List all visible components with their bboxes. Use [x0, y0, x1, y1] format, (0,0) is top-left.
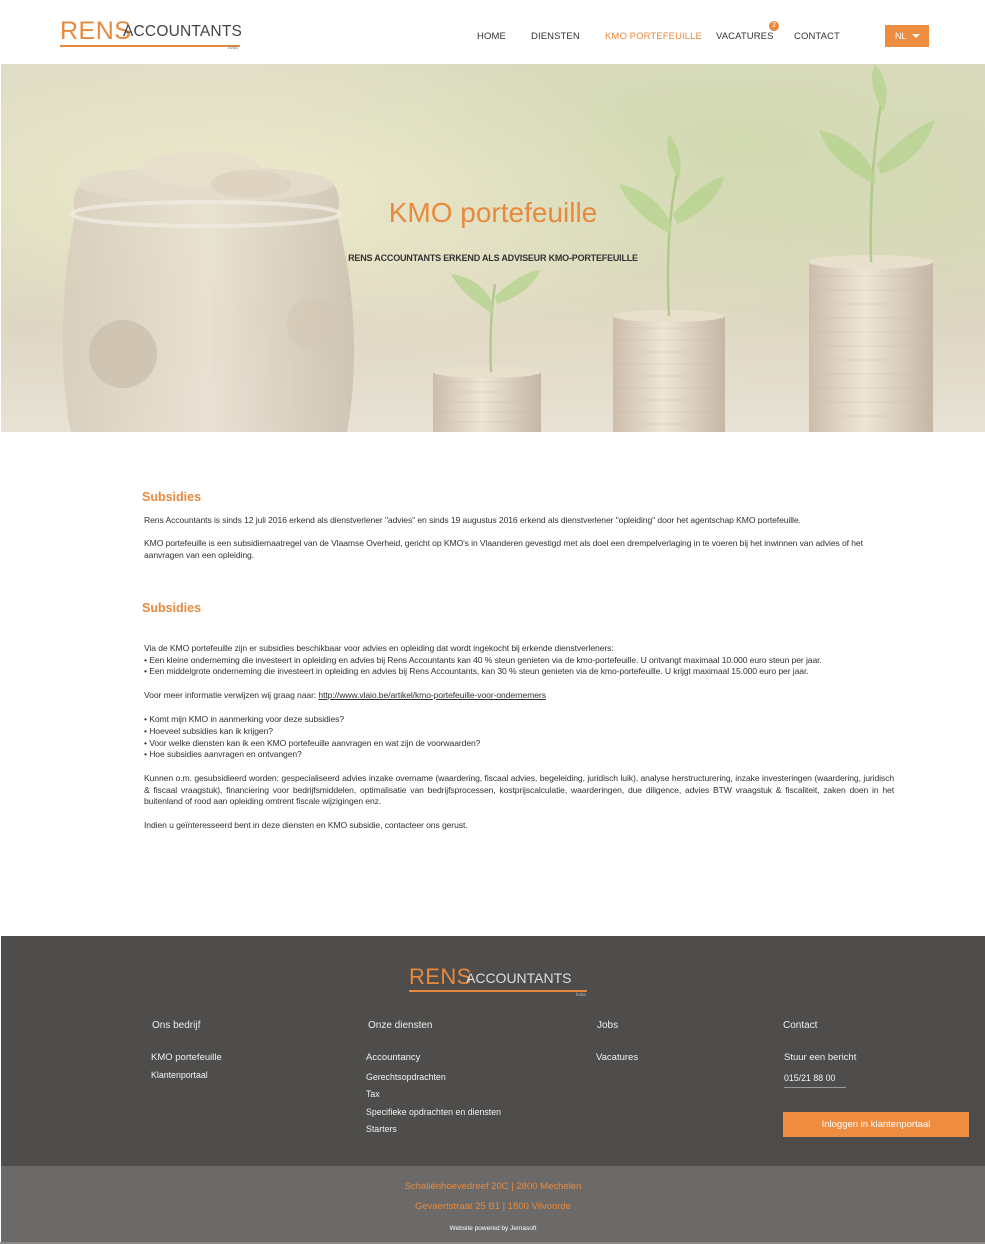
footer-logo-underline: [409, 990, 587, 992]
more-info: Voor meer informatie verwijzen wij graag…: [144, 690, 894, 702]
logo-accountants: ACCOUNTANTS: [123, 23, 243, 40]
footer-link-klantenportaal[interactable]: Klantenportaal: [151, 1069, 208, 1081]
language-selector[interactable]: NL: [885, 25, 929, 47]
hero-subtitle: RENS ACCOUNTANTS ERKEND ALS ADVISEUR KMO…: [348, 253, 638, 263]
powered-by[interactable]: Website powered by Jemasoft: [1, 1225, 985, 1233]
list-item: • Komt mijn KMO in aanmerking voor deze …: [144, 714, 345, 724]
address-mechelen: Schaliënhoevedreef 20C | 2800 Mechelen: [404, 1181, 582, 1192]
footer-logo[interactable]: RENS ACCOUNTANTS bvba: [409, 965, 589, 997]
footer-logo-suffix: bvba: [576, 992, 586, 997]
nav-home[interactable]: HOME: [477, 31, 506, 43]
footer-heading-contact: Contact: [783, 1020, 818, 1031]
list-item: • Hoeveel subsidies kan ik krijgen?: [144, 726, 273, 736]
logo-suffix: bvba: [228, 45, 238, 50]
closing-paragraph: Indien u geïnteresseerd bent in deze die…: [144, 820, 468, 830]
services-paragraph: Kunnen o.m. gesubsidieerd worden: gespec…: [144, 773, 894, 807]
site-footer: RENS ACCOUNTANTS bvba Ons bedrijf KMO po…: [1, 936, 985, 1166]
nav-contact[interactable]: CONTACT: [794, 31, 840, 43]
caret-down-icon: [912, 34, 920, 38]
section-title-subsidies: Subsidies: [142, 490, 202, 504]
footer-logo-accountants: ACCOUNTANTS: [466, 970, 572, 986]
footer-link-kmo-portefeuille[interactable]: KMO portefeuille: [151, 1052, 222, 1064]
more-info-label: Voor meer informatie verwijzen wij graag…: [144, 690, 319, 700]
footer-heading-company: Ons bedrijf: [152, 1020, 201, 1031]
intro-paragraph: Rens Accountants is sinds 12 juli 2016 e…: [144, 515, 801, 525]
site-header: RENS ACCOUNTANTS bvba HOME DIENSTEN KMO …: [0, 0, 985, 64]
subsidies-intro: Via de KMO portefeuille zijn er subsidie…: [144, 643, 614, 653]
footer-phone[interactable]: 015/21 88 00: [784, 1072, 846, 1088]
footer-logo-rens: RENS: [409, 964, 472, 989]
footer-link-gerechtsopdrachten[interactable]: Gerechtsopdrachten: [366, 1071, 446, 1083]
footer-link-send-message[interactable]: Stuur een bericht: [784, 1052, 856, 1064]
hero-banner: KMO portefeuille RENS ACCOUNTANTS ERKEND…: [1, 64, 985, 432]
client-portal-login-button[interactable]: Inloggen in klantenportaal: [783, 1112, 969, 1137]
footer-heading-services: Onze diensten: [368, 1020, 433, 1031]
footer-heading-jobs: Jobs: [597, 1020, 619, 1031]
list-item: • Een kleine onderneming die investeert …: [144, 655, 822, 665]
list-item: • Voor welke diensten kan ik een KMO por…: [144, 738, 481, 748]
footer-link-tax[interactable]: Tax: [366, 1088, 380, 1100]
footer-link-specifieke-opdrachten[interactable]: Specifieke opdrachten en diensten: [366, 1106, 501, 1118]
nav-vacatures[interactable]: VACATURES: [716, 31, 774, 43]
footer-link-accountancy[interactable]: Accountancy: [366, 1052, 420, 1064]
list-item: • Hoe subsidies aanvragen en ontvangen?: [144, 749, 302, 759]
list-item: • Een middelgrote onderneming die invest…: [144, 666, 809, 676]
nav-diensten[interactable]: DIENSTEN: [531, 31, 580, 43]
logo-underline: [60, 45, 240, 47]
logo-rens: RENS: [60, 17, 132, 45]
nav-kmo-portefeuille[interactable]: KMO PORTEFEUILLE: [605, 31, 702, 43]
vlaio-link[interactable]: http://www.vlaio.be/artikel/kmo-portefeu…: [318, 690, 546, 700]
kmo-description: KMO portefeuille is een subsidiemaatrege…: [144, 538, 863, 560]
language-label: NL: [895, 31, 907, 41]
footer-bottom-bar: Schaliënhoevedreef 20C | 2800 Mechelen G…: [1, 1166, 985, 1242]
section-title-subsidies-2: Subsidies: [142, 601, 202, 615]
hero-title: KMO portefeuille: [388, 197, 598, 228]
footer-link-vacatures[interactable]: Vacatures: [596, 1052, 638, 1064]
address-vilvoorde: Gevaertstraat 25 B1 | 1800 Vilvoorde: [415, 1201, 571, 1212]
hero-overlay: [1, 64, 985, 432]
vacatures-count-badge: 2: [769, 21, 779, 31]
site-logo[interactable]: RENS ACCOUNTANTS bvba: [60, 17, 244, 50]
footer-link-starters[interactable]: Starters: [366, 1123, 397, 1135]
